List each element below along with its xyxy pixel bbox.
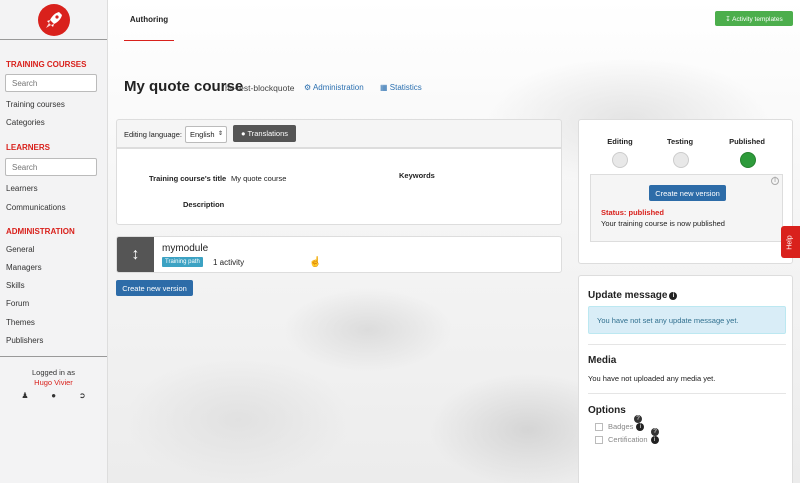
drag-handle-icon[interactable]: ↕ <box>117 237 154 272</box>
options-heading: Options <box>588 405 626 416</box>
logged-in-label: Logged in as <box>32 368 75 377</box>
training-path-badge: Training path <box>162 257 203 267</box>
create-new-version-button-2[interactable]: Create new version <box>649 185 726 201</box>
stage-editing-dot[interactable] <box>612 152 628 168</box>
help-tab[interactable]: Help <box>781 226 800 258</box>
language-select-value: English <box>190 130 215 139</box>
course-settings-panel: Update message i You have not set any upd… <box>578 275 793 483</box>
language-select[interactable]: English ⇕ <box>185 126 227 143</box>
stage-editing-label: Editing <box>607 137 633 146</box>
course-title-label: Training course's title <box>149 174 227 183</box>
training-search-input[interactable] <box>5 74 97 92</box>
stage-published-label: Published <box>729 137 765 146</box>
logo-area <box>0 0 107 40</box>
stage-testing-label: Testing <box>666 137 694 146</box>
course-title-value[interactable]: My quote course <box>231 174 286 183</box>
section-learners: LEARNERS <box>6 143 51 152</box>
certification-label: Certification <box>608 435 648 444</box>
section-administration: ADMINISTRATION <box>6 227 75 236</box>
sidebar-item-publishers[interactable]: Publishers <box>6 336 43 345</box>
sidebar-item-learners[interactable]: Learners <box>6 184 38 193</box>
media-text: You have not uploaded any media yet. <box>588 374 716 383</box>
stage-published-dot[interactable] <box>740 152 756 168</box>
option-badges[interactable]: Badges i <box>595 422 645 431</box>
sidebar-item-managers[interactable]: Managers <box>6 263 42 272</box>
logout-icon[interactable]: ➲ <box>79 391 86 400</box>
statistics-link[interactable]: ▦ Statistics <box>380 83 422 92</box>
editing-language-bar: Editing language: English ⇕ ● Translatio… <box>116 119 562 148</box>
status-label: Status: published <box>601 208 664 217</box>
divider <box>588 393 786 394</box>
rocket-logo-icon[interactable] <box>37 3 70 36</box>
sidebar-item-forum[interactable]: Forum <box>6 299 29 308</box>
sidebar-item-training-courses[interactable]: Training courses <box>6 100 65 109</box>
option-certification[interactable]: Certification i <box>595 435 659 444</box>
media-heading: Media <box>588 355 617 366</box>
badges-label: Badges <box>608 422 634 431</box>
section-training-courses: TRAINING COURSES <box>6 60 87 69</box>
user-name-link[interactable]: Hugo Vivier <box>0 378 107 387</box>
help-label: Help <box>787 234 794 250</box>
gear-icon: ⚙ <box>304 83 312 92</box>
activity-count: 1 activity <box>213 258 245 267</box>
create-new-version-button[interactable]: Create new version <box>116 280 193 296</box>
main-content: Authoring ↧ Activity templates My quote … <box>108 0 800 483</box>
module-name[interactable]: mymodule <box>162 243 208 254</box>
sidebar: TRAINING COURSES Training courses Catego… <box>0 0 108 483</box>
translations-label: Translations <box>247 129 289 138</box>
info-icon[interactable]: i <box>636 422 645 431</box>
sidebar-item-categories[interactable]: Categories <box>6 118 45 127</box>
hand-cursor-icon: ☝ <box>309 257 322 268</box>
globe-icon[interactable]: ● <box>51 391 56 400</box>
description-label: Description <box>183 200 225 209</box>
sidebar-item-communications[interactable]: Communications <box>6 203 66 212</box>
sidebar-item-skills[interactable]: Skills <box>6 281 25 290</box>
update-message-alert: You have not set any update message yet. <box>588 306 786 334</box>
administration-link-label: Administration <box>312 83 364 92</box>
sidebar-item-general[interactable]: General <box>6 245 34 254</box>
divider <box>588 344 786 345</box>
course-info-panel: Training course's title My quote course … <box>116 148 562 225</box>
status-text: Your training course is now published <box>601 219 725 228</box>
activity-templates-button[interactable]: ↧ Activity templates <box>715 11 793 26</box>
translations-button[interactable]: ● Translations <box>233 125 296 142</box>
sidebar-item-themes[interactable]: Themes <box>6 318 35 327</box>
administration-link[interactable]: ⚙ Administration <box>304 83 364 92</box>
update-message-heading: Update message i <box>588 290 678 301</box>
user-icon[interactable]: ♟ <box>21 391 28 400</box>
sidebar-divider <box>0 356 107 357</box>
select-arrows-icon: ⇕ <box>217 131 223 137</box>
user-actions: ♟ ● ➲ <box>0 391 107 400</box>
publishing-panel: Editing Testing Published i Create new v… <box>578 119 793 264</box>
update-message-title: Update message <box>588 290 668 301</box>
keywords-label: Keywords <box>399 171 435 180</box>
statistics-link-label: Statistics <box>389 83 422 92</box>
info-icon[interactable]: i <box>669 292 678 300</box>
certification-checkbox[interactable] <box>595 435 603 444</box>
status-box: i Create new version Status: published Y… <box>590 174 783 242</box>
course-code: hv-test-blockquote <box>225 83 295 93</box>
activity-templates-label: Activity templates <box>732 15 783 23</box>
tab-authoring[interactable]: Authoring <box>124 14 174 41</box>
info-icon[interactable]: i <box>771 177 779 185</box>
stage-testing-dot[interactable] <box>673 152 689 168</box>
info-icon[interactable]: i <box>650 435 659 444</box>
learners-search-input[interactable] <box>5 158 97 176</box>
editing-language-label: Editing language: <box>124 130 182 139</box>
badges-checkbox[interactable] <box>595 422 603 431</box>
bar-chart-icon: ▦ <box>380 83 388 92</box>
module-row[interactable]: ↕ mymodule Training path 1 activity ☝ <box>116 236 562 273</box>
globe-icon: ● <box>240 129 246 138</box>
